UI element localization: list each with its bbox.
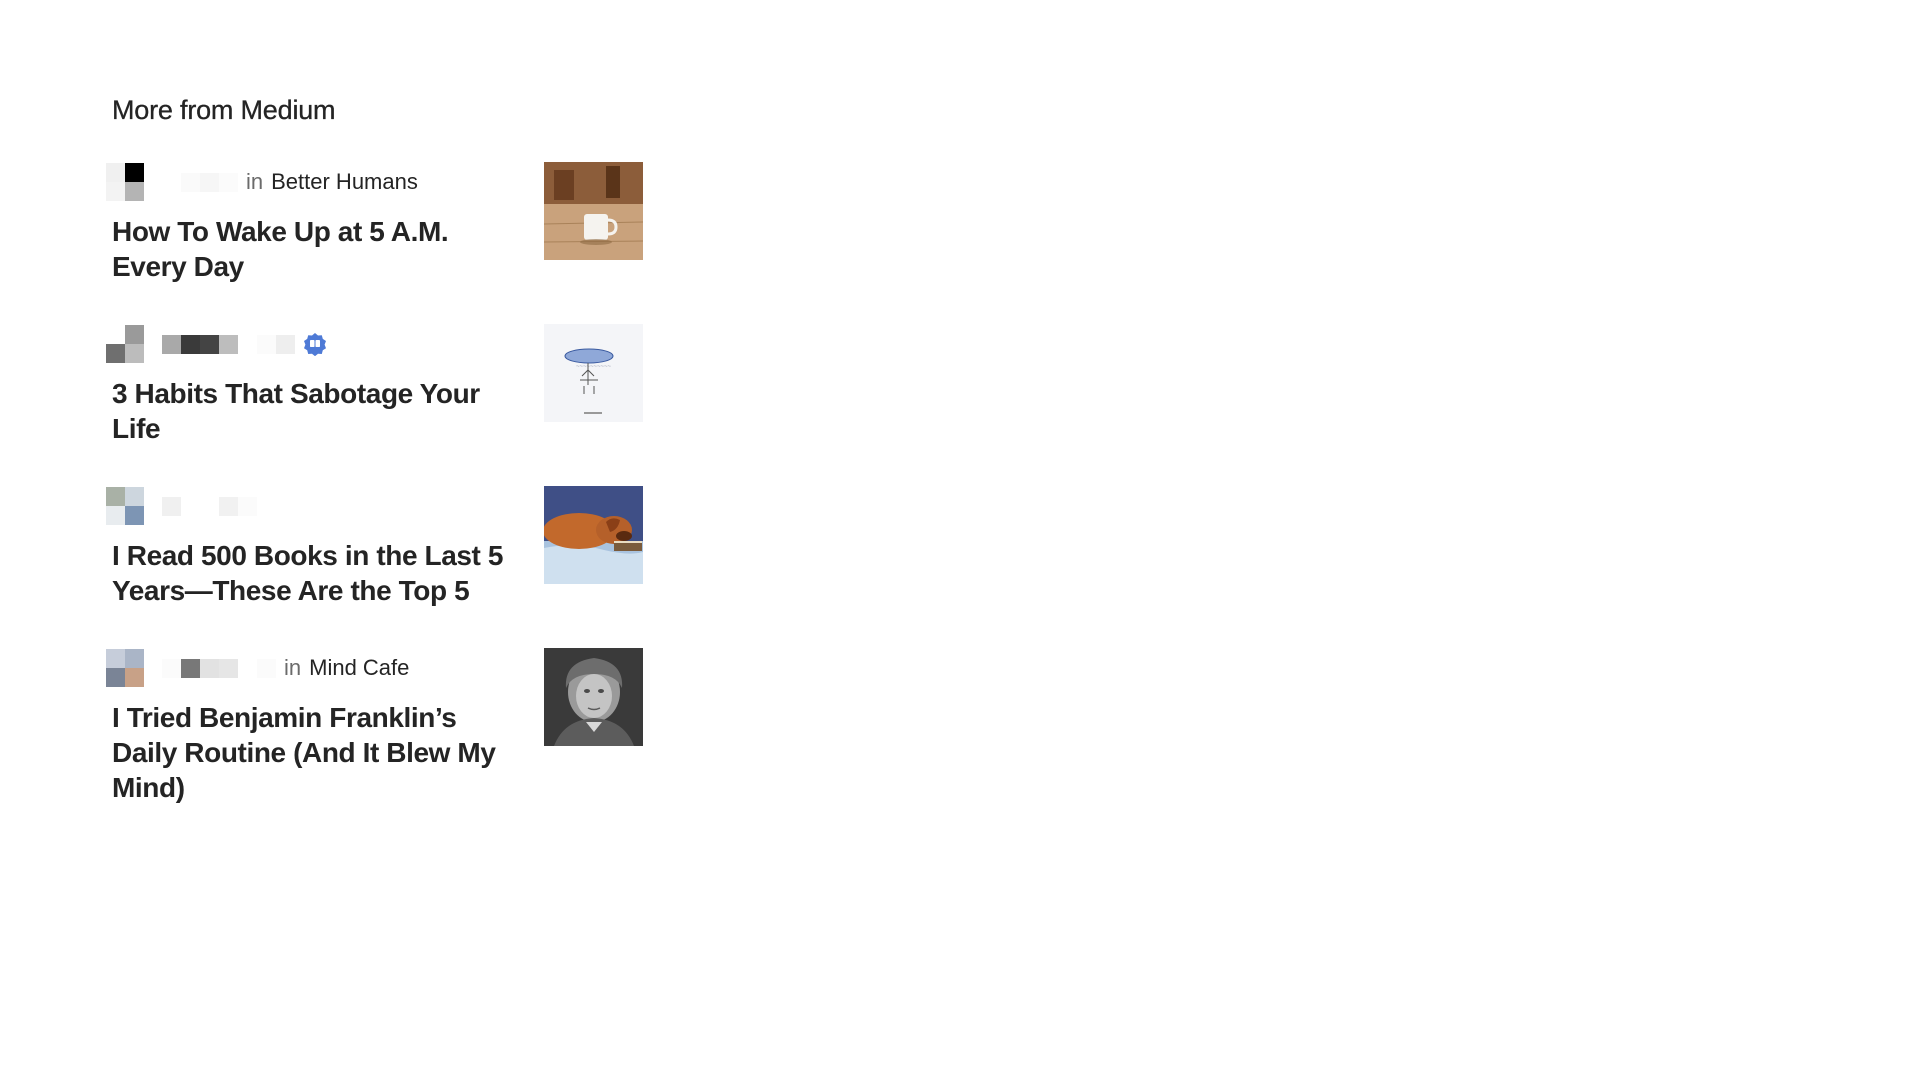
article-main: 3 Habits That Sabotage Your Life	[106, 324, 532, 446]
author-avatar[interactable]	[106, 163, 144, 201]
svg-text:~~~~~~~~~~: ~~~~~~~~~~	[576, 364, 612, 370]
section-title: More from Medium	[112, 95, 336, 125]
article-main: in Better Humans How To Wake Up at 5 A.M…	[106, 162, 532, 284]
article-card[interactable]: 3 Habits That Sabotage Your Life ~~~~~~~…	[106, 324, 652, 486]
article-title[interactable]: 3 Habits That Sabotage Your Life	[112, 376, 522, 446]
in-label: in	[246, 169, 264, 194]
article-thumbnail[interactable]	[544, 648, 643, 746]
article-title[interactable]: I Read 500 Books in the Last 5 Years—The…	[112, 538, 522, 608]
page: More from Medium in Better Humans How To…	[0, 0, 1920, 1080]
author-avatar[interactable]	[106, 649, 144, 687]
article-card[interactable]: I Read 500 Books in the Last 5 Years—The…	[106, 486, 652, 648]
article-card[interactable]: in Mind Cafe I Tried Benjamin Franklin’s…	[106, 648, 652, 810]
umbrella-sketch-illustration-image: ~~~~~~~~~~	[544, 324, 643, 422]
article-main: I Read 500 Books in the Last 5 Years—The…	[106, 486, 532, 608]
more-from-medium-section: More from Medium in Better Humans How To…	[106, 92, 652, 810]
article-meta: in Mind Cafe	[106, 648, 532, 688]
author-avatar[interactable]	[106, 325, 144, 363]
article-thumbnail[interactable]: ~~~~~~~~~~	[544, 324, 643, 422]
article-card[interactable]: in Better Humans How To Wake Up at 5 A.M…	[106, 162, 652, 324]
article-thumbnail[interactable]	[544, 162, 643, 260]
publication-name[interactable]: Better Humans	[271, 170, 418, 194]
article-meta	[106, 324, 532, 364]
benjamin-franklin-portrait-image	[544, 648, 643, 746]
article-thumbnail[interactable]	[544, 486, 643, 584]
publication-name[interactable]: Mind Cafe	[309, 656, 409, 680]
article-main: in Mind Cafe I Tried Benjamin Franklin’s…	[106, 648, 532, 805]
verified-badge-icon	[303, 333, 326, 356]
article-title[interactable]: How To Wake Up at 5 A.M. Every Day	[112, 214, 522, 284]
author-name-redacted[interactable]	[162, 172, 238, 192]
sleeping-dog-on-book-image	[544, 486, 643, 584]
article-title[interactable]: I Tried Benjamin Franklin’s Daily Routin…	[112, 700, 522, 805]
author-name-redacted[interactable]	[162, 334, 295, 354]
article-meta: in Better Humans	[106, 162, 532, 202]
author-name-redacted[interactable]	[162, 496, 257, 516]
author-name-redacted[interactable]	[162, 658, 276, 678]
article-meta	[106, 486, 532, 526]
coffee-mug-on-table-image	[544, 162, 643, 260]
in-label: in	[284, 655, 302, 680]
author-avatar[interactable]	[106, 487, 144, 525]
